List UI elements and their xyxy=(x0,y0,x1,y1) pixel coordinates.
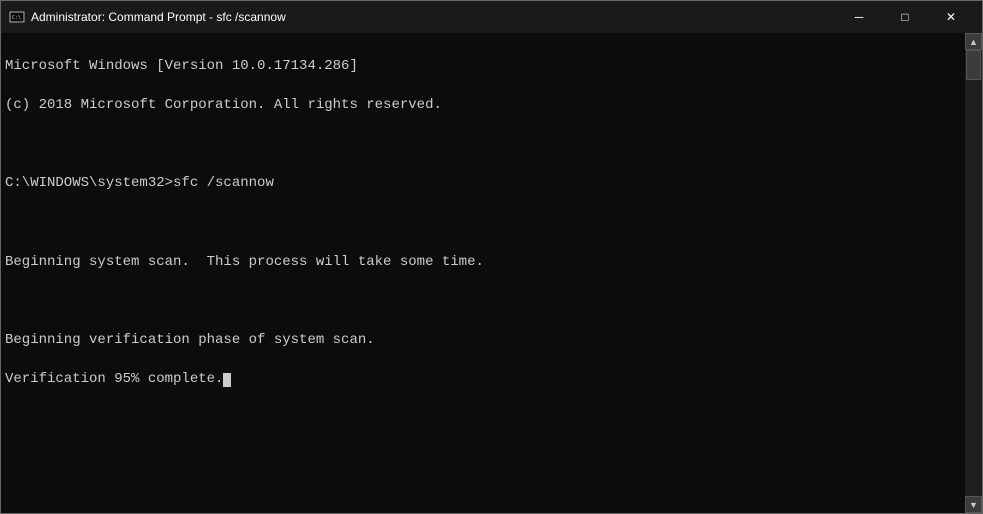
output-line-2: (c) 2018 Microsoft Corporation. All righ… xyxy=(5,96,961,116)
scrollbar-track[interactable] xyxy=(965,50,982,496)
scrollbar-thumb[interactable] xyxy=(966,50,981,80)
output-line-3 xyxy=(5,135,961,155)
maximize-button[interactable]: □ xyxy=(882,1,928,33)
command-prompt-window: C:\ Administrator: Command Prompt - sfc … xyxy=(0,0,983,514)
close-button[interactable]: ✕ xyxy=(928,1,974,33)
titlebar: C:\ Administrator: Command Prompt - sfc … xyxy=(1,1,982,33)
window-controls: ─ □ ✕ xyxy=(836,1,974,33)
output-line-5 xyxy=(5,213,961,233)
output-line-9: Verification 95% complete. xyxy=(5,370,961,390)
svg-text:C:\: C:\ xyxy=(12,15,21,21)
minimize-button[interactable]: ─ xyxy=(836,1,882,33)
output-line-8: Beginning verification phase of system s… xyxy=(5,331,961,351)
window-title: Administrator: Command Prompt - sfc /sca… xyxy=(31,10,836,24)
terminal-body: Microsoft Windows [Version 10.0.17134.28… xyxy=(1,33,982,513)
terminal-output[interactable]: Microsoft Windows [Version 10.0.17134.28… xyxy=(1,33,965,513)
app-icon: C:\ xyxy=(9,9,25,25)
scroll-up-button[interactable]: ▲ xyxy=(965,33,982,50)
output-line-6: Beginning system scan. This process will… xyxy=(5,253,961,273)
output-line-7 xyxy=(5,292,961,312)
scroll-down-button[interactable]: ▼ xyxy=(965,496,982,513)
cursor xyxy=(223,373,231,387)
output-line-4: C:\WINDOWS\system32>sfc /scannow xyxy=(5,174,961,194)
output-line-1: Microsoft Windows [Version 10.0.17134.28… xyxy=(5,57,961,77)
vertical-scrollbar[interactable]: ▲ ▼ xyxy=(965,33,982,513)
